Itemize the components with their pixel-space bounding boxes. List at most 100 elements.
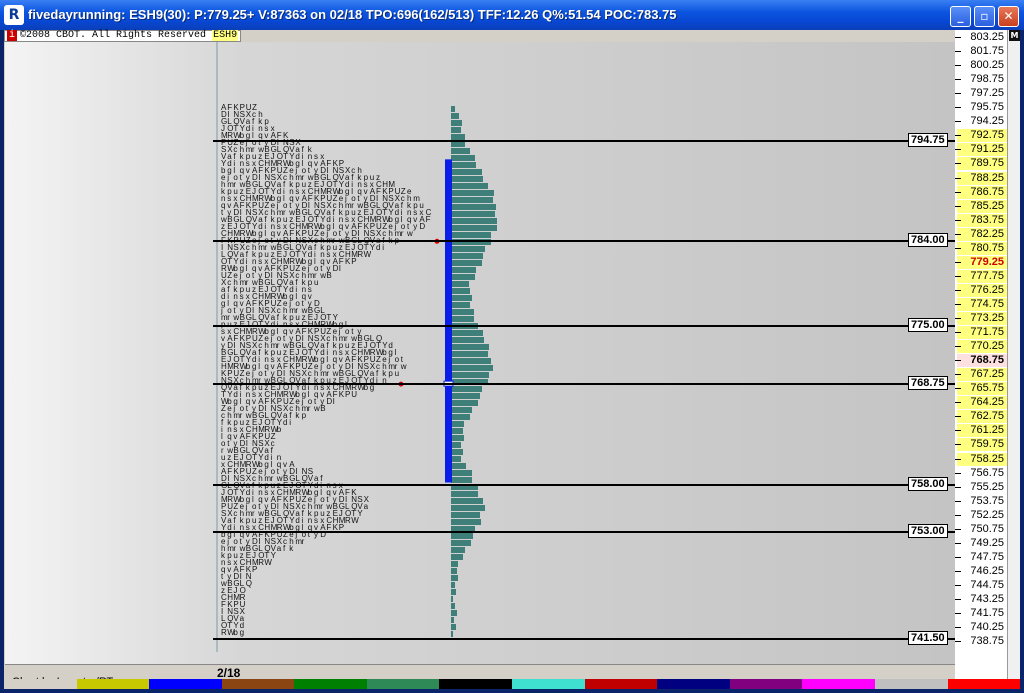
price-axis[interactable]: 803.25 801.75 800.25 798.75 797.25 795.75 794.… — [955, 30, 1007, 682]
level-line[interactable] — [213, 638, 955, 641]
palette-swatch[interactable] — [947, 679, 1021, 689]
tpo-letter: K — [339, 390, 345, 399]
tpo-letter: a — [364, 502, 369, 511]
price-label: 744.75 — [970, 578, 1004, 591]
app-icon[interactable]: R — [4, 5, 24, 25]
volume-bar — [451, 253, 483, 259]
palette-swatch[interactable] — [439, 679, 513, 689]
price-label: 795.75 — [970, 101, 1004, 114]
price-label: 801.75 — [970, 45, 1004, 58]
volume-bar — [451, 554, 463, 560]
volume-bar — [451, 491, 478, 497]
price-label: 740.25 — [970, 621, 1004, 634]
volume-bar — [451, 442, 461, 448]
price-tick — [955, 542, 961, 544]
price-label: 765.75 — [957, 382, 1007, 396]
tpo-letter: Q — [246, 579, 252, 588]
volume-bar — [451, 428, 463, 434]
tpo-letter: r — [302, 537, 305, 546]
tpo-letter: P — [252, 565, 257, 574]
palette-swatch[interactable] — [802, 679, 875, 689]
volume-bar — [451, 302, 470, 308]
palette-swatch[interactable] — [512, 679, 585, 689]
level-line[interactable] — [213, 530, 955, 533]
price-tick — [955, 233, 961, 235]
vertical-scrollbar[interactable]: M — [1007, 30, 1020, 682]
tpo-letter: B — [320, 404, 325, 413]
close-button[interactable]: ✕ — [998, 6, 1019, 27]
palette-swatch[interactable] — [584, 679, 658, 689]
volume-bar — [451, 148, 470, 154]
axis-menu-icon[interactable]: M — [1009, 30, 1020, 41]
price-label: 747.75 — [970, 550, 1004, 563]
price-tick — [955, 332, 961, 334]
volume-bar — [451, 232, 491, 238]
price-label: 786.75 — [957, 185, 1007, 199]
tpo-letter: w — [400, 362, 407, 371]
tpo-letter: P — [345, 390, 350, 399]
volume-bar — [451, 169, 482, 175]
level-label: 784.00 — [908, 233, 948, 248]
price-tick — [955, 528, 961, 530]
palette-swatch[interactable] — [729, 679, 803, 689]
level-label: 775.00 — [908, 317, 948, 332]
palette-swatch[interactable] — [76, 679, 150, 689]
volume-bar — [451, 351, 488, 357]
level-line[interactable] — [213, 324, 955, 327]
price-tick — [955, 613, 961, 615]
volume-bar — [451, 358, 491, 364]
market-profile-chart: A F K P U ZD I N S Xc hG L Q Va f k pJ O T Yd i n s xM R Wb g l q v A F… — [216, 42, 497, 652]
volume-bar — [451, 582, 455, 588]
palette-swatch[interactable] — [149, 679, 222, 689]
volume-bar — [451, 197, 493, 203]
palette-swatch[interactable] — [221, 679, 295, 689]
level-line[interactable] — [213, 483, 955, 486]
volume-bar — [451, 470, 472, 476]
color-palette[interactable] — [4, 679, 1021, 689]
price-tick — [955, 135, 961, 137]
price-tick — [955, 444, 961, 446]
price-label: 756.75 — [970, 466, 1004, 479]
volume-bar — [451, 288, 470, 294]
maximize-button[interactable]: ▫ — [974, 6, 995, 27]
copyright-text: ©2008 CBOT. All Rights Reserved — [20, 30, 207, 41]
level-line[interactable] — [213, 139, 955, 142]
volume-bar — [451, 120, 462, 126]
volume-bar — [451, 561, 458, 567]
volume-bar — [451, 414, 470, 420]
volume-bar — [451, 547, 465, 553]
symbol-badge[interactable]: ESH9 — [212, 30, 239, 41]
level-line[interactable] — [213, 240, 955, 243]
tpo-letter: b — [277, 425, 282, 434]
volume-bar — [451, 610, 457, 616]
price-tick — [955, 486, 961, 488]
palette-swatch[interactable] — [4, 679, 77, 689]
info-icon[interactable]: i — [7, 30, 18, 41]
price-tick — [955, 121, 961, 123]
volume-bar — [451, 260, 482, 266]
price-tick — [955, 458, 961, 460]
palette-swatch[interactable] — [366, 679, 440, 689]
palette-swatch[interactable] — [657, 679, 730, 689]
price-label: 738.75 — [970, 635, 1004, 648]
minimize-button[interactable]: _ — [950, 6, 971, 27]
price-tick — [955, 514, 961, 516]
volume-bar — [451, 176, 483, 182]
palette-swatch[interactable] — [874, 679, 948, 689]
volume-bar — [451, 421, 464, 427]
price-label: 741.75 — [970, 607, 1004, 620]
price-tick — [955, 556, 961, 558]
tpo-letter: u — [395, 369, 399, 378]
price-tick — [955, 177, 961, 179]
level-line[interactable] — [213, 383, 955, 386]
chart-area[interactable]: AFKPUZDINSXchGLQVafkpJOTYdinsxMRWbglqvAF… — [5, 42, 956, 682]
tpo-letter: w — [319, 271, 326, 280]
palette-swatch[interactable] — [294, 679, 367, 689]
price-tick — [955, 275, 961, 277]
price-label: 789.75 — [957, 157, 1007, 171]
price-tick — [955, 149, 961, 151]
volume-bar — [451, 568, 457, 574]
price-tick — [955, 416, 961, 418]
window-title: fivedayrunning: ESH9(30): P:779.25+ V:87… — [28, 7, 677, 22]
tpo-letter: W — [264, 558, 272, 567]
